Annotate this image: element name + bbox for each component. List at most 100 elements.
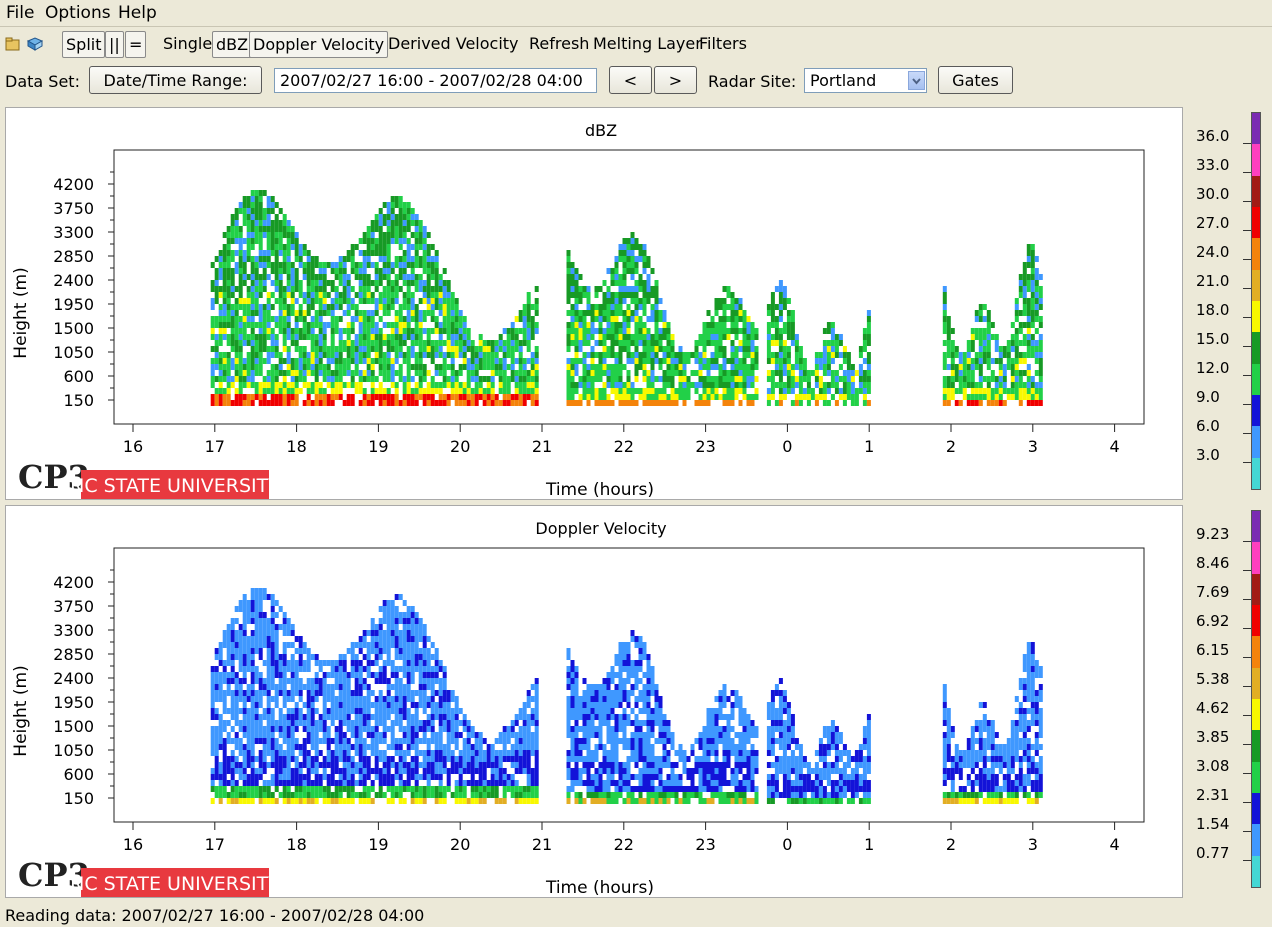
heatmap-cell bbox=[286, 250, 291, 256]
heatmap-cell bbox=[234, 250, 239, 256]
heatmap-cell bbox=[210, 774, 215, 780]
heatmap-cell bbox=[378, 720, 383, 726]
heatmap-cell bbox=[370, 780, 375, 786]
heatmap-cell bbox=[342, 310, 347, 316]
heatmap-cell bbox=[258, 654, 263, 660]
heatmap-cell bbox=[490, 352, 495, 358]
heatmap-cell bbox=[514, 756, 519, 762]
heatmap-cell bbox=[1034, 358, 1039, 364]
heatmap-cell bbox=[434, 364, 439, 370]
heatmap-cell bbox=[278, 654, 283, 660]
heatmap-cell bbox=[510, 744, 515, 750]
heatmap-cell bbox=[394, 292, 399, 298]
heatmap-cell bbox=[246, 208, 251, 214]
heatmap-cell bbox=[302, 382, 307, 388]
melting-layer-button[interactable]: Melting Layer bbox=[590, 31, 705, 58]
heatmap-cell bbox=[250, 756, 255, 762]
date-time-range-button[interactable]: Date/Time Range: bbox=[89, 66, 262, 94]
heatmap-cell bbox=[406, 202, 411, 208]
heatmap-cell bbox=[314, 684, 319, 690]
side-by-side-button[interactable]: || bbox=[105, 31, 124, 58]
heatmap-cell bbox=[278, 226, 283, 232]
heatmap-cell bbox=[782, 382, 787, 388]
heatmap-cell bbox=[650, 316, 655, 322]
heatmap-cell bbox=[362, 310, 367, 316]
heatmap-cell bbox=[422, 238, 427, 244]
heatmap-cell bbox=[474, 750, 479, 756]
heatmap-cell bbox=[394, 768, 399, 774]
heatmap-cell bbox=[574, 352, 579, 358]
heatmap-cell bbox=[266, 738, 271, 744]
single-button[interactable]: Single bbox=[160, 31, 215, 58]
heatmap-cell bbox=[422, 376, 427, 382]
heatmap-cell bbox=[414, 388, 419, 394]
menu-help[interactable]: Help bbox=[118, 3, 157, 23]
heatmap-cell bbox=[286, 310, 291, 316]
dbz-button[interactable]: dBZ bbox=[212, 31, 253, 58]
heatmap-cell bbox=[570, 696, 575, 702]
split-button[interactable]: Split bbox=[62, 31, 106, 58]
heatmap-cell bbox=[502, 328, 507, 334]
heatmap-cell bbox=[226, 382, 231, 388]
heatmap-cell bbox=[1038, 370, 1043, 376]
heatmap-cell bbox=[254, 388, 259, 394]
heatmap-cell bbox=[254, 214, 259, 220]
heatmap-cell bbox=[358, 684, 363, 690]
heatmap-cell bbox=[254, 648, 259, 654]
heatmap-cell bbox=[274, 762, 279, 768]
book-icon[interactable] bbox=[26, 36, 44, 51]
heatmap-cell bbox=[566, 364, 571, 370]
derived-velocity-button[interactable]: Derived Velocity bbox=[385, 31, 522, 58]
heatmap-cell bbox=[1022, 352, 1027, 358]
colorbar-tick bbox=[1243, 143, 1251, 144]
heatmap-cell bbox=[406, 786, 411, 792]
doppler-velocity-button[interactable]: Doppler Velocity bbox=[249, 31, 389, 58]
heatmap-cell bbox=[618, 340, 623, 346]
heatmap-cell bbox=[230, 726, 235, 732]
heatmap-cell bbox=[982, 340, 987, 346]
open-folder-icon[interactable] bbox=[5, 36, 21, 51]
heatmap-cell bbox=[966, 364, 971, 370]
next-button[interactable]: > bbox=[654, 66, 697, 94]
heatmap-cell bbox=[282, 780, 287, 786]
heatmap-cell bbox=[730, 292, 735, 298]
heatmap-cell bbox=[490, 792, 495, 798]
heatmap-cell bbox=[302, 316, 307, 322]
date-range-field[interactable]: 2007/02/27 16:00 - 2007/02/28 04:00 bbox=[274, 68, 597, 93]
heatmap-cell bbox=[534, 352, 539, 358]
heatmap-cell bbox=[310, 762, 315, 768]
heatmap-cell bbox=[582, 358, 587, 364]
chevron-down-icon[interactable] bbox=[908, 71, 925, 90]
heatmap-cell bbox=[734, 382, 739, 388]
heatmap-cell bbox=[530, 684, 535, 690]
heatmap-cell bbox=[210, 678, 215, 684]
heatmap-cell bbox=[454, 370, 459, 376]
heatmap-cell bbox=[266, 594, 271, 600]
menu-options[interactable]: Options bbox=[45, 3, 111, 23]
refresh-button[interactable]: Refresh bbox=[526, 31, 592, 58]
radar-site-select[interactable]: Portland bbox=[804, 68, 927, 93]
heatmap-cell bbox=[462, 334, 467, 340]
heatmap-cell bbox=[830, 334, 835, 340]
previous-button[interactable]: < bbox=[609, 66, 652, 94]
heatmap-cell bbox=[330, 762, 335, 768]
heatmap-cell bbox=[1030, 274, 1035, 280]
heatmap-cell bbox=[406, 244, 411, 250]
heatmap-cell bbox=[374, 286, 379, 292]
heatmap-cell bbox=[570, 726, 575, 732]
filters-button[interactable]: Filters bbox=[696, 31, 750, 58]
heatmap-cell bbox=[698, 334, 703, 340]
heatmap-cell bbox=[218, 660, 223, 666]
menu-file[interactable]: File bbox=[6, 3, 34, 23]
heatmap-cell bbox=[774, 400, 779, 406]
heatmap-cell bbox=[478, 364, 483, 370]
heatmap-cell bbox=[234, 648, 239, 654]
heatmap-cell bbox=[374, 298, 379, 304]
gates-button[interactable]: Gates bbox=[938, 66, 1013, 94]
heatmap-cell bbox=[462, 762, 467, 768]
heatmap-cell bbox=[410, 232, 415, 238]
heatmap-cell bbox=[1014, 352, 1019, 358]
stacked-button[interactable]: = bbox=[125, 31, 147, 58]
heatmap-cell bbox=[450, 376, 455, 382]
heatmap-cell bbox=[326, 262, 331, 268]
